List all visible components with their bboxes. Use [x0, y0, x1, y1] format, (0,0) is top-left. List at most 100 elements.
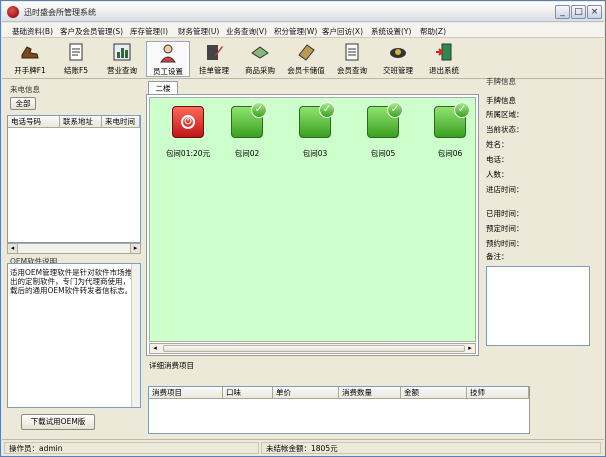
- power-icon: ⏻: [181, 115, 195, 129]
- toolbar-label: 营业查询: [107, 66, 137, 75]
- floor-tabs: 二楼: [146, 81, 479, 95]
- card-icon: [298, 44, 315, 61]
- all-button[interactable]: 全部: [10, 97, 36, 110]
- label-used-time: 已用时间：: [486, 209, 524, 218]
- oem-vertical-scrollbar[interactable]: [131, 264, 140, 407]
- label-entry-time: 进店时间：: [486, 185, 524, 194]
- room-tile-02[interactable]: ✓ 包间02: [222, 102, 272, 158]
- staff-settings-button[interactable]: 员工设置: [146, 41, 190, 77]
- room-free-icon: ✓: [231, 102, 267, 138]
- maximize-button[interactable]: □: [571, 5, 586, 19]
- tab-floor-2[interactable]: 二楼: [148, 81, 178, 95]
- toolbar-label: 交班管理: [383, 66, 413, 75]
- room-area: ⏻ 包间01:20元 ✓ 包间02 ✓ 包间03 ✓ 包间05 ✓ 包间06: [149, 97, 476, 342]
- label-appointment-time: 预约时间：: [486, 239, 524, 248]
- exit-door-icon: [436, 43, 452, 61]
- toolbar-label: 结账F5: [63, 66, 89, 75]
- checkout-button[interactable]: 结账F5: [54, 41, 98, 77]
- app-logo-icon: [7, 6, 19, 18]
- label-status: 当前状态：: [486, 125, 524, 134]
- label-name: 姓名：: [486, 140, 509, 149]
- shopping-icon: [251, 46, 269, 59]
- caller-table: 电话号码 联系地址 来电时间: [7, 115, 141, 243]
- label-reserve-time: 预定时间：: [486, 224, 524, 233]
- exit-system-button[interactable]: 退出系统: [422, 41, 466, 77]
- menu-customer-member[interactable]: 客户及会员管理(S): [60, 26, 123, 37]
- oem-description-text: 适用OEM管理软件是针对软件市场推出的定制软件，专门为代理商使用，下载后的通用O…: [10, 268, 138, 295]
- status-bar: 操作员：admin 未结帐金额：1805元: [2, 439, 604, 456]
- oem-description-box[interactable]: 适用OEM管理软件是针对软件市场推出的定制软件，专门为代理商使用，下载后的通用O…: [7, 263, 141, 408]
- minimize-button[interactable]: _: [555, 5, 570, 19]
- room-horizontal-scrollbar[interactable]: ◂ ▸: [149, 343, 476, 354]
- room-name: 包间06: [437, 149, 463, 158]
- toolbar-label: 会员查询: [337, 66, 367, 75]
- column-item[interactable]: 消费项目: [149, 387, 223, 399]
- room-tile-03[interactable]: ✓ 包间03: [290, 102, 340, 158]
- room-free-icon: ✓: [299, 102, 335, 138]
- toolbar-label: 开手牌F1: [14, 66, 46, 75]
- room-free-icon: ✓: [367, 102, 403, 138]
- goods-purchase-button[interactable]: 商品采购: [238, 41, 282, 77]
- detail-table: 消费项目 口味 单价 消费数量 金额 技师: [148, 386, 530, 434]
- menu-basic-data[interactable]: 基础资料(B): [12, 26, 53, 37]
- toolbar-label: 员工设置: [153, 67, 183, 76]
- scroll-right-icon[interactable]: ▸: [130, 244, 140, 253]
- column-taste[interactable]: 口味: [223, 387, 273, 399]
- detail-title: 详细消费项目: [149, 361, 194, 370]
- app-window: 迅时盛会所管理系统 _ □ × 基础资料(B) 客户及会员管理(S) 库存管理(…: [0, 0, 606, 457]
- column-quantity[interactable]: 消费数量: [339, 387, 401, 399]
- room-name: 包间05: [370, 149, 396, 158]
- edit-document-icon: [207, 45, 223, 60]
- label-phone: 电话：: [486, 155, 509, 164]
- column-price[interactable]: 单价: [273, 387, 339, 399]
- label-hand-card: 手牌信息: [486, 96, 516, 105]
- check-icon: ✓: [251, 102, 267, 118]
- shoe-icon: [21, 46, 39, 59]
- caller-horizontal-scrollbar[interactable]: ◂ ▸: [7, 243, 141, 254]
- menu-business-query[interactable]: 业务查询(V): [226, 26, 267, 37]
- menu-customer-visit[interactable]: 客户回访(X): [322, 26, 363, 37]
- scroll-right-icon[interactable]: ▸: [465, 344, 475, 353]
- hand-card-panel: 手牌信息 手牌信息 所属区域： 当前状态： 姓名： 电话： 人数： 进店时间： …: [483, 71, 601, 391]
- column-amount[interactable]: 金额: [401, 387, 467, 399]
- member-query-button[interactable]: 会员查询: [330, 41, 374, 77]
- menu-bar: 基础资料(B) 客户及会员管理(S) 库存管理(I) 财务管理(U) 业务查询(…: [2, 23, 604, 38]
- menu-system-settings[interactable]: 系统设置(Y): [371, 26, 411, 37]
- room-tile-06[interactable]: ✓ 包间06: [425, 102, 475, 158]
- open-hand-card-button[interactable]: 开手牌F1: [8, 41, 52, 77]
- check-icon: ✓: [387, 102, 403, 118]
- room-busy-icon: ⏻: [172, 106, 204, 138]
- label-people: 人数：: [486, 170, 509, 179]
- handover-icon: [390, 48, 406, 58]
- menu-inventory[interactable]: 库存管理(I): [130, 26, 168, 37]
- remark-field[interactable]: [486, 266, 590, 346]
- title-bar: 迅时盛会所管理系统 _ □ ×: [2, 2, 604, 22]
- check-icon: ✓: [454, 102, 470, 118]
- menu-finance[interactable]: 财务管理(U): [178, 26, 219, 37]
- column-phone[interactable]: 电话号码: [8, 116, 60, 128]
- toolbar-label: 退出系统: [429, 66, 459, 75]
- pending-orders-button[interactable]: 挂单管理: [192, 41, 236, 77]
- caller-info-title: 来电信息: [10, 85, 40, 94]
- toolbar-label: 会员卡储值: [287, 66, 325, 75]
- business-query-button[interactable]: 营业查询: [100, 41, 144, 77]
- operator-status: 操作员：admin: [4, 442, 259, 454]
- menu-help[interactable]: 帮助(Z): [420, 26, 446, 37]
- menu-points[interactable]: 积分管理(W): [274, 26, 317, 37]
- document-icon: [69, 43, 83, 61]
- scroll-left-icon[interactable]: ◂: [8, 244, 18, 253]
- room-tile-01[interactable]: ⏻ 包间01:20元: [163, 106, 213, 158]
- close-button[interactable]: ×: [587, 5, 602, 19]
- column-address[interactable]: 联系地址: [60, 116, 102, 128]
- check-icon: ✓: [319, 102, 335, 118]
- download-oem-button[interactable]: 下载试用OEM版: [21, 414, 95, 430]
- window-title: 迅时盛会所管理系统: [24, 8, 96, 17]
- member-card-topup-button[interactable]: 会员卡储值: [284, 41, 328, 77]
- column-call-time[interactable]: 来电时间: [102, 116, 140, 128]
- scroll-left-icon[interactable]: ◂: [150, 344, 160, 353]
- search-document-icon: [345, 43, 359, 61]
- scrollbar-thumb[interactable]: [163, 345, 465, 352]
- shift-handover-button[interactable]: 交班管理: [376, 41, 420, 77]
- room-name: 包间03: [302, 149, 328, 158]
- room-tile-05[interactable]: ✓ 包间05: [358, 102, 408, 158]
